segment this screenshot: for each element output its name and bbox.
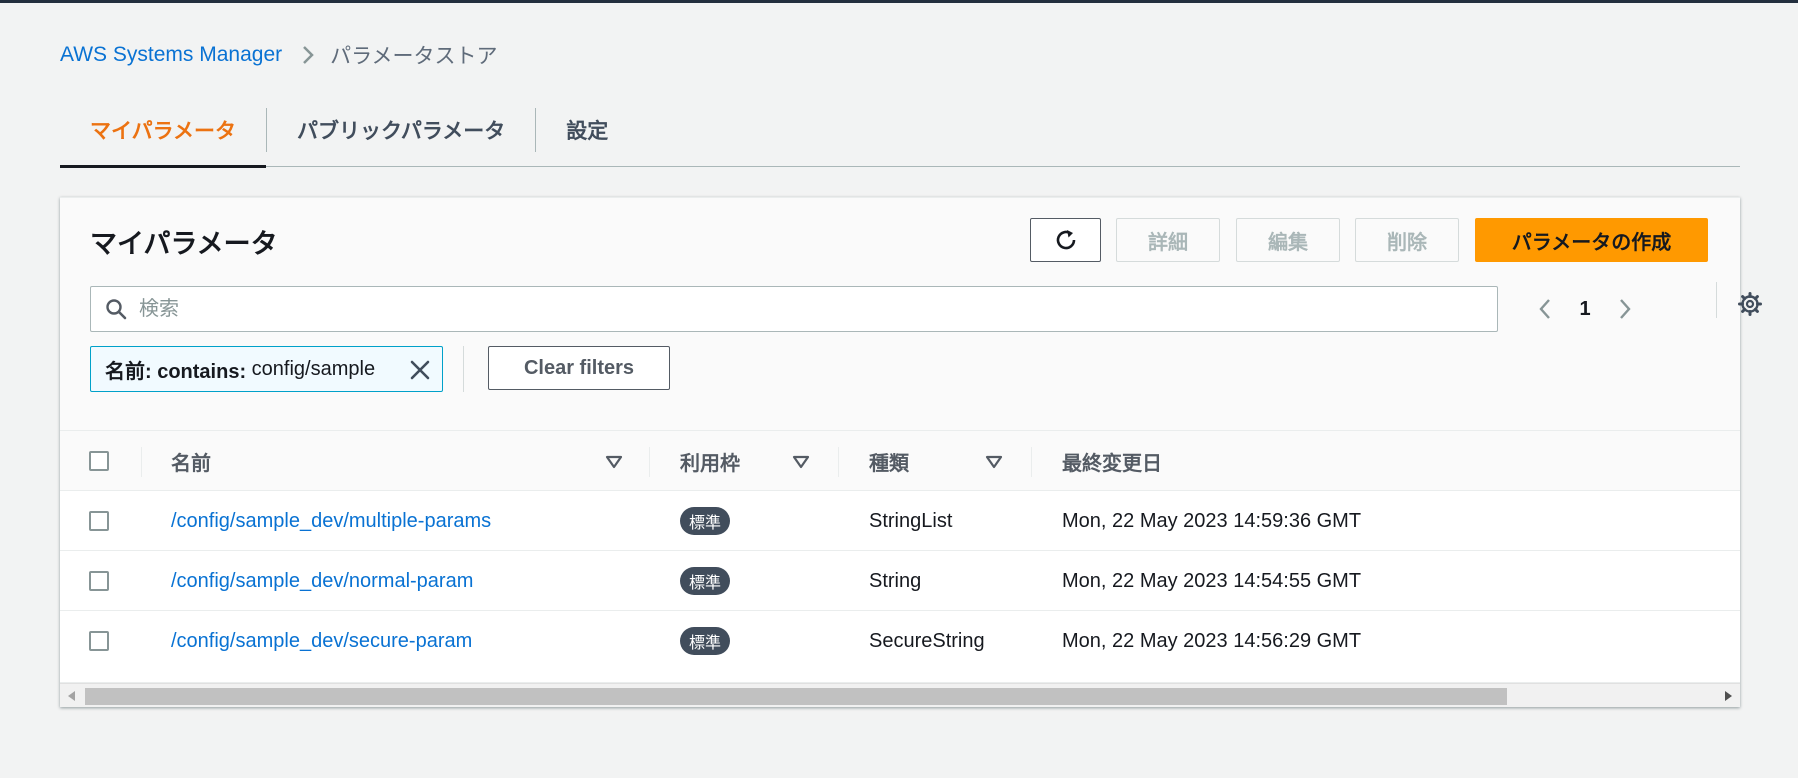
breadcrumb: AWS Systems Manager パラメータストア (60, 40, 498, 70)
breadcrumb-current: パラメータストア (330, 45, 498, 68)
current-page-number[interactable]: 1 (1565, 298, 1605, 321)
tier-badge: 標準 (680, 627, 731, 655)
type-cell: SecureString (869, 629, 985, 652)
parameter-name-link[interactable]: /config/sample_dev/normal-param (171, 551, 473, 611)
tier-cell: 標準 (680, 611, 731, 671)
scrollbar-thumb[interactable] (85, 688, 1507, 705)
tab-settings[interactable]: 設定 (536, 94, 638, 166)
tier-cell: 標準 (680, 551, 731, 611)
pager-divider (1716, 282, 1717, 318)
column-separator (141, 447, 142, 477)
type-cell: StringList (869, 509, 953, 532)
create-parameter-button[interactable]: パラメータの作成 (1475, 218, 1708, 262)
column-header-last-modified[interactable]: 最終変更日 (1062, 431, 1162, 491)
tier-badge: 標準 (680, 567, 731, 595)
horizontal-scrollbar[interactable] (60, 683, 1740, 707)
select-all-checkbox[interactable] (89, 451, 109, 471)
gear-icon (1737, 291, 1763, 317)
search-box (90, 286, 1498, 332)
details-button[interactable]: 詳細 (1116, 218, 1220, 262)
filter-token: 名前: contains: config/sample (90, 346, 443, 392)
scroll-left-arrow-icon[interactable] (64, 688, 80, 704)
next-page-button[interactable] (1605, 289, 1645, 329)
table-row: /config/sample_dev/multiple-params 標準 St… (60, 491, 1740, 551)
column-separator (1031, 447, 1032, 477)
panel-title: マイパラメータ (90, 229, 278, 259)
row-checkbox[interactable] (89, 511, 109, 531)
clear-filters-button[interactable]: Clear filters (488, 346, 670, 390)
preferences-button[interactable] (1730, 284, 1770, 324)
type-cell: String (869, 569, 922, 592)
tab-my-parameters[interactable]: マイパラメータ (60, 94, 266, 168)
parameters-panel: マイパラメータ 詳細 編集 削除 パラメータの作成 1 (60, 197, 1762, 707)
chevron-left-icon (1538, 298, 1552, 320)
search-input[interactable] (137, 296, 1437, 322)
parameter-name-link[interactable]: /config/sample_dev/secure-param (171, 611, 472, 671)
row-checkbox[interactable] (89, 631, 109, 651)
parameter-name-link[interactable]: /config/sample_dev/multiple-params (171, 491, 491, 551)
column-separator (838, 447, 839, 477)
last-modified-cell: Mon, 22 May 2023 14:56:29 GMT (1062, 629, 1362, 652)
column-header-type[interactable]: 種類 (869, 431, 909, 491)
column-header-tier[interactable]: 利用枠 (680, 431, 740, 491)
filter-key: 名前: contains: (105, 360, 252, 383)
table-header: 名前 利用枠 種類 最終変更日 (60, 430, 1740, 491)
column-separator (649, 447, 650, 477)
column-header-name[interactable]: 名前 (171, 431, 211, 491)
top-bar (0, 0, 1798, 3)
caret-down-icon[interactable] (983, 451, 1005, 473)
refresh-icon (1053, 227, 1079, 253)
last-modified-cell: Mon, 22 May 2023 14:59:36 GMT (1062, 509, 1362, 532)
pagination: 1 (1525, 286, 1645, 332)
scroll-right-arrow-icon[interactable] (1720, 688, 1736, 704)
breadcrumb-link-systems-manager[interactable]: AWS Systems Manager (60, 43, 282, 67)
filter-divider (463, 346, 464, 392)
filter-value: config/sample (251, 357, 376, 380)
table-row: /config/sample_dev/normal-param 標準 Strin… (60, 551, 1740, 611)
caret-down-icon[interactable] (603, 451, 625, 473)
delete-button[interactable]: 削除 (1355, 218, 1459, 262)
refresh-button[interactable] (1030, 218, 1101, 262)
edit-button[interactable]: 編集 (1236, 218, 1340, 262)
tab-bar: マイパラメータ パブリックパラメータ 設定 (60, 94, 1740, 168)
chevron-right-icon (1618, 298, 1632, 320)
previous-page-button[interactable] (1525, 289, 1565, 329)
tier-badge: 標準 (680, 507, 731, 535)
chevron-right-icon (302, 45, 314, 65)
tab-public-parameters[interactable]: パブリックパラメータ (267, 94, 535, 166)
tier-cell: 標準 (680, 491, 731, 551)
row-checkbox[interactable] (89, 571, 109, 591)
caret-down-icon[interactable] (790, 451, 812, 473)
last-modified-cell: Mon, 22 May 2023 14:54:55 GMT (1062, 569, 1362, 592)
search-icon (105, 298, 127, 320)
close-icon[interactable] (408, 358, 432, 382)
table-row: /config/sample_dev/secure-param 標準 Secur… (60, 611, 1740, 683)
